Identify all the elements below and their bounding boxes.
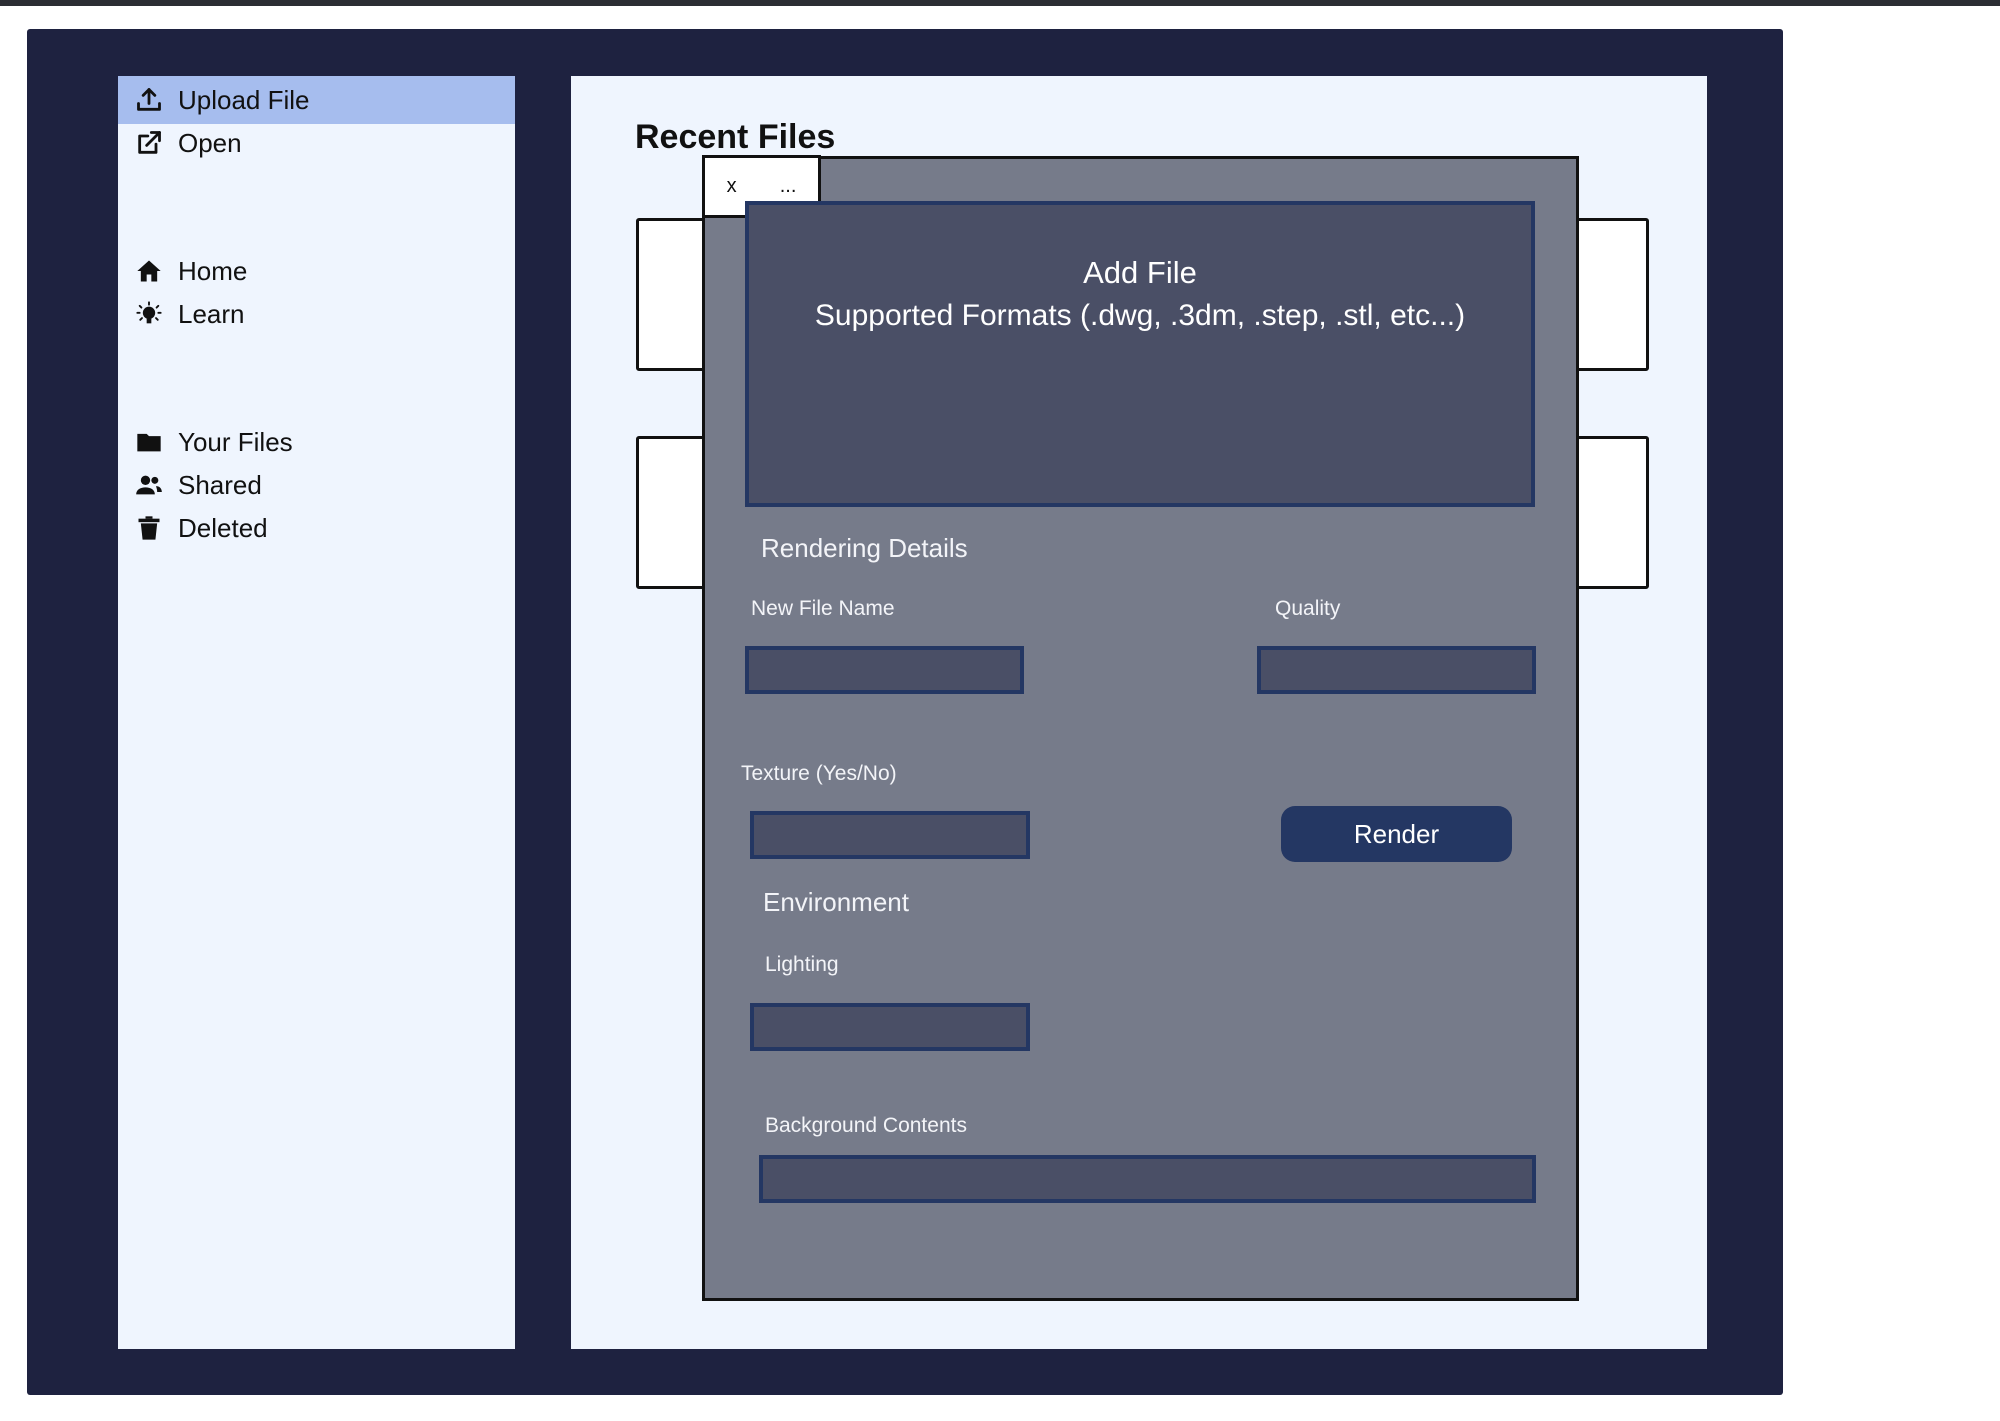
sidebar-item-label: Upload File	[178, 84, 310, 115]
sidebar-item-label: Your Files	[178, 426, 293, 457]
page-title: Recent Files	[635, 118, 836, 156]
sidebar-item-learn[interactable]: Learn	[118, 290, 515, 338]
sidebar-item-label: Learn	[178, 298, 245, 329]
lightbulb-icon	[134, 299, 164, 329]
sidebar-item-your-files[interactable]: Your Files	[118, 418, 515, 466]
quality-input[interactable]	[1257, 646, 1536, 694]
background-contents-input[interactable]	[759, 1155, 1536, 1203]
sidebar-item-shared[interactable]: Shared	[118, 461, 515, 509]
rendering-details-heading: Rendering Details	[761, 533, 968, 563]
environment-heading: Environment	[763, 887, 909, 917]
background-contents-label: Background Contents	[765, 1114, 967, 1137]
dropzone-subtitle: Supported Formats (.dwg, .3dm, .step, .s…	[814, 299, 1466, 332]
external-link-icon	[134, 128, 164, 158]
folder-icon	[134, 427, 164, 457]
sidebar-item-label: Shared	[178, 469, 262, 500]
quality-label: Quality	[1275, 597, 1341, 620]
sidebar-item-upload-file[interactable]: Upload File	[118, 76, 515, 124]
top-border	[0, 0, 2000, 6]
sidebar-item-label: Deleted	[178, 512, 268, 543]
new-file-name-label: New File Name	[751, 597, 895, 620]
texture-label: Texture (Yes/No)	[741, 762, 897, 785]
home-icon	[134, 256, 164, 286]
file-dropzone[interactable]: Add File Supported Formats (.dwg, .3dm, …	[745, 201, 1535, 507]
lighting-label: Lighting	[765, 953, 839, 976]
more-options-button[interactable]: ...	[772, 171, 805, 202]
close-button[interactable]: x	[719, 171, 745, 202]
users-icon	[134, 470, 164, 500]
upload-icon	[134, 85, 164, 115]
texture-input[interactable]	[750, 811, 1030, 859]
sidebar-item-open[interactable]: Open	[118, 119, 515, 167]
sidebar-item-label: Home	[178, 255, 248, 286]
new-file-name-input[interactable]	[745, 646, 1024, 694]
lighting-input[interactable]	[750, 1003, 1030, 1051]
render-button[interactable]: Render	[1281, 806, 1512, 862]
sidebar-item-home[interactable]: Home	[118, 247, 515, 295]
dropzone-title: Add File	[1083, 255, 1197, 290]
sidebar-item-label: Open	[178, 127, 242, 158]
sidebar-item-deleted[interactable]: Deleted	[118, 504, 515, 552]
sidebar: Upload File Open Home Learn Your Files S…	[118, 76, 515, 1349]
trash-icon	[134, 513, 164, 543]
